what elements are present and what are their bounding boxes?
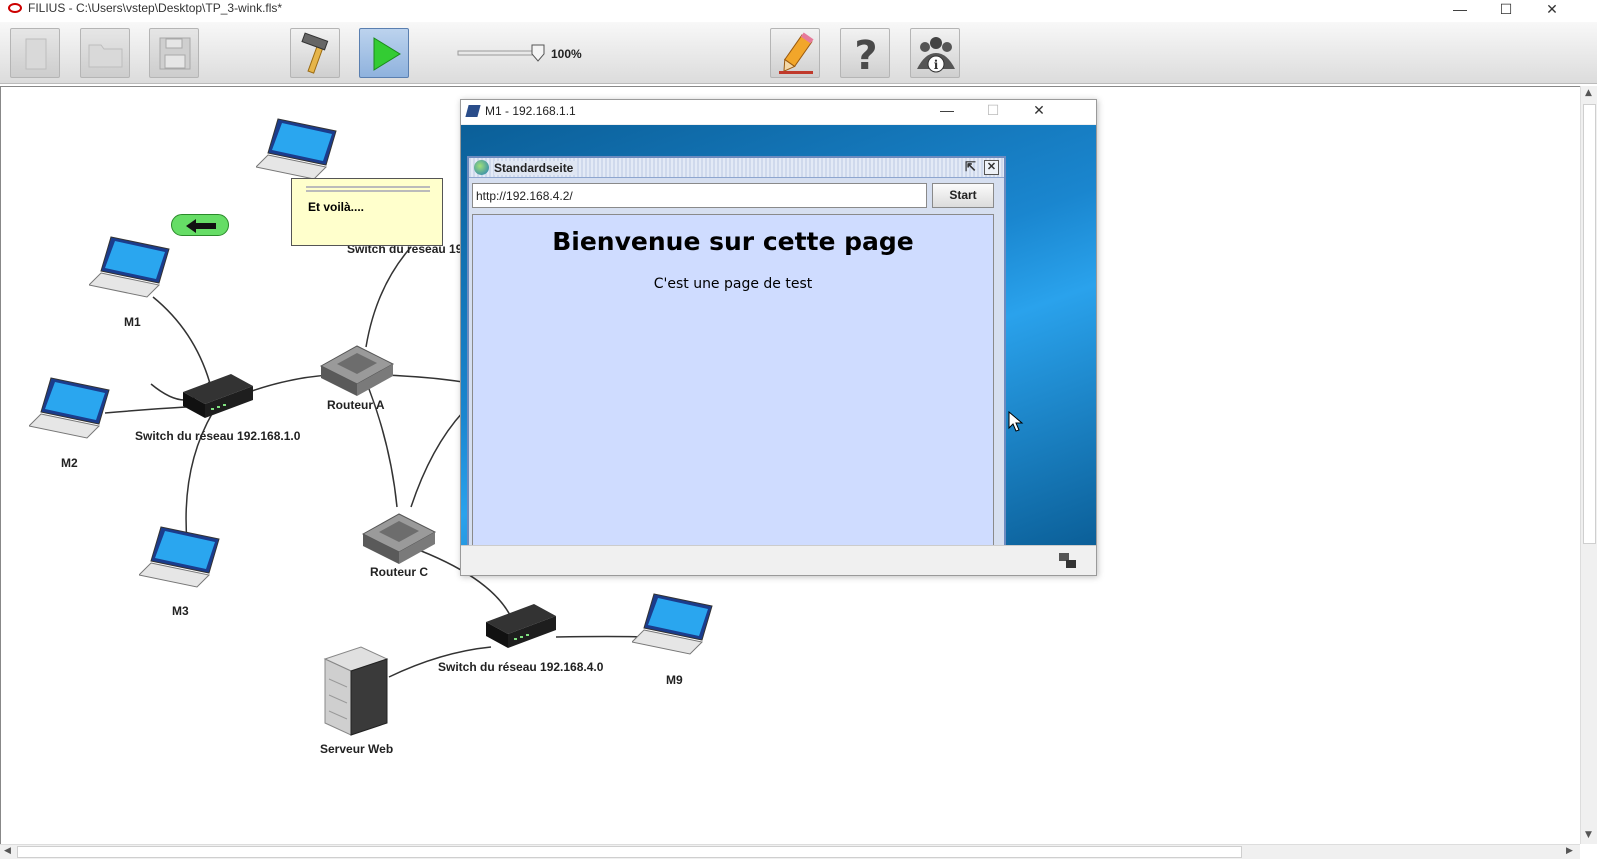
scroll-left-arrow-icon[interactable]: ◀ xyxy=(4,846,11,856)
back-arrow-button[interactable] xyxy=(171,214,229,236)
window-title: FILIUS - C:\Users\vstep\Desktop\TP_3-win… xyxy=(28,1,283,15)
zoom-slider-thumb xyxy=(531,44,545,62)
browser-title: Standardseite xyxy=(494,161,578,175)
simulation-mode-button[interactable] xyxy=(359,28,409,78)
sticky-note-drag-bar[interactable] xyxy=(306,186,430,192)
m1-minimize-button[interactable]: — xyxy=(924,101,970,123)
scroll-right-arrow-icon[interactable]: ▶ xyxy=(1566,846,1573,856)
node-label-switch1: Switch du réseau 192.168.1.0 xyxy=(135,429,301,443)
filius-app-icon xyxy=(8,3,22,13)
new-file-button[interactable] xyxy=(10,28,60,78)
m1-window-icon xyxy=(465,105,481,117)
zoom-slider[interactable] xyxy=(456,42,551,64)
cable-routeurA-switchtop xyxy=(365,246,412,348)
hammer-icon xyxy=(301,32,329,74)
node-label-m9: M9 xyxy=(666,673,683,687)
horizontal-scrollbar[interactable]: ◀ ▶ xyxy=(0,844,1580,859)
play-icon xyxy=(373,37,401,71)
node-label-m2: M2 xyxy=(61,456,78,470)
help-button[interactable]: ? xyxy=(840,28,890,79)
open-file-button[interactable] xyxy=(80,28,130,78)
maximize-button[interactable]: ☐ xyxy=(1483,0,1529,22)
info-people-icon: i xyxy=(917,37,955,73)
m1-window-statusbar xyxy=(461,545,1096,575)
save-button[interactable] xyxy=(149,28,199,78)
browser-globe-icon xyxy=(474,160,489,175)
svg-text:i: i xyxy=(934,58,939,72)
browser-close-icon[interactable]: ✕ xyxy=(984,160,999,175)
start-button[interactable]: Start xyxy=(932,183,994,208)
scroll-down-arrow-icon[interactable]: ▼ xyxy=(1585,830,1592,840)
arrow-left-icon xyxy=(186,219,216,233)
node-label-routeur-a: Routeur A xyxy=(327,398,385,412)
network-status-icon[interactable] xyxy=(1058,552,1078,570)
horizontal-scroll-thumb[interactable] xyxy=(17,846,1242,858)
main-toolbar: 100% ? i xyxy=(0,22,1597,84)
close-button[interactable]: ✕ xyxy=(1529,0,1575,22)
cable-routeurC-right xyxy=(410,411,464,508)
open-folder-icon xyxy=(88,44,123,68)
routeur-c-icon[interactable] xyxy=(359,510,439,566)
serveur-web-icon[interactable] xyxy=(321,645,391,737)
m1-desktop-background: Standardseite ⇱ ✕ http://192.168.4.2/ St… xyxy=(461,125,1096,570)
switch1-icon[interactable] xyxy=(181,372,255,422)
mouse-cursor-icon xyxy=(1008,411,1024,432)
node-label-routeur-c: Routeur C xyxy=(370,565,428,579)
web-page-content: Bienvenue sur cette page C'est une page … xyxy=(472,214,994,548)
svg-text:?: ? xyxy=(854,33,877,79)
vertical-scrollbar[interactable]: ▲ ▼ xyxy=(1580,86,1597,844)
detach-icon[interactable]: ⇱ xyxy=(963,160,978,175)
about-button[interactable]: i xyxy=(910,28,960,78)
routeur-a-icon[interactable] xyxy=(317,342,397,398)
design-mode-button[interactable] xyxy=(290,28,340,78)
laptop-m9-icon[interactable] xyxy=(632,590,722,668)
laptop-m2-icon[interactable] xyxy=(29,374,119,452)
m1-maximize-button[interactable]: ☐ xyxy=(970,101,1016,123)
pencil-icon xyxy=(779,32,814,74)
browser-titlebar[interactable]: Standardseite ⇱ ✕ xyxy=(469,158,1004,178)
node-label-m3: M3 xyxy=(172,604,189,618)
documentation-button[interactable] xyxy=(770,28,820,78)
save-disk-icon xyxy=(159,37,191,70)
sticky-note[interactable]: Et voilà.... xyxy=(291,178,443,246)
laptop-m1-icon[interactable] xyxy=(89,233,179,311)
vertical-scroll-thumb[interactable] xyxy=(1583,104,1596,544)
page-text: C'est une page de test xyxy=(653,276,813,292)
window-titlebar: FILIUS - C:\Users\vstep\Desktop\TP_3-win… xyxy=(0,0,1597,22)
url-input[interactable]: http://192.168.4.2/ xyxy=(472,183,927,208)
browser-window[interactable]: Standardseite ⇱ ✕ http://192.168.4.2/ St… xyxy=(467,156,1006,570)
sticky-note-text: Et voilà.... xyxy=(308,200,365,214)
switch4-icon[interactable] xyxy=(484,602,558,652)
new-file-icon xyxy=(25,38,47,70)
scroll-up-arrow-icon[interactable]: ▲ xyxy=(1585,88,1592,98)
m1-close-button[interactable]: ✕ xyxy=(1016,101,1062,123)
m1-window-titlebar[interactable]: M1 - 192.168.1.1 — ☐ ✕ xyxy=(461,100,1096,124)
minimize-button[interactable]: — xyxy=(1437,0,1483,22)
m1-window-title: M1 - 192.168.1.1 xyxy=(485,104,576,118)
node-label-switch4: Switch du réseau 192.168.4.0 xyxy=(438,660,604,674)
laptop-m3-icon[interactable] xyxy=(139,523,229,601)
node-label-serveur-web: Serveur Web xyxy=(320,742,394,756)
m1-desktop-window[interactable]: M1 - 192.168.1.1 — ☐ ✕ Standardseite ⇱ ✕… xyxy=(460,99,1097,576)
page-heading: Bienvenue sur cette page xyxy=(552,227,914,256)
node-label-m1: M1 xyxy=(124,315,141,329)
zoom-level-label: 100% xyxy=(551,47,582,61)
help-icon: ? xyxy=(854,33,877,79)
